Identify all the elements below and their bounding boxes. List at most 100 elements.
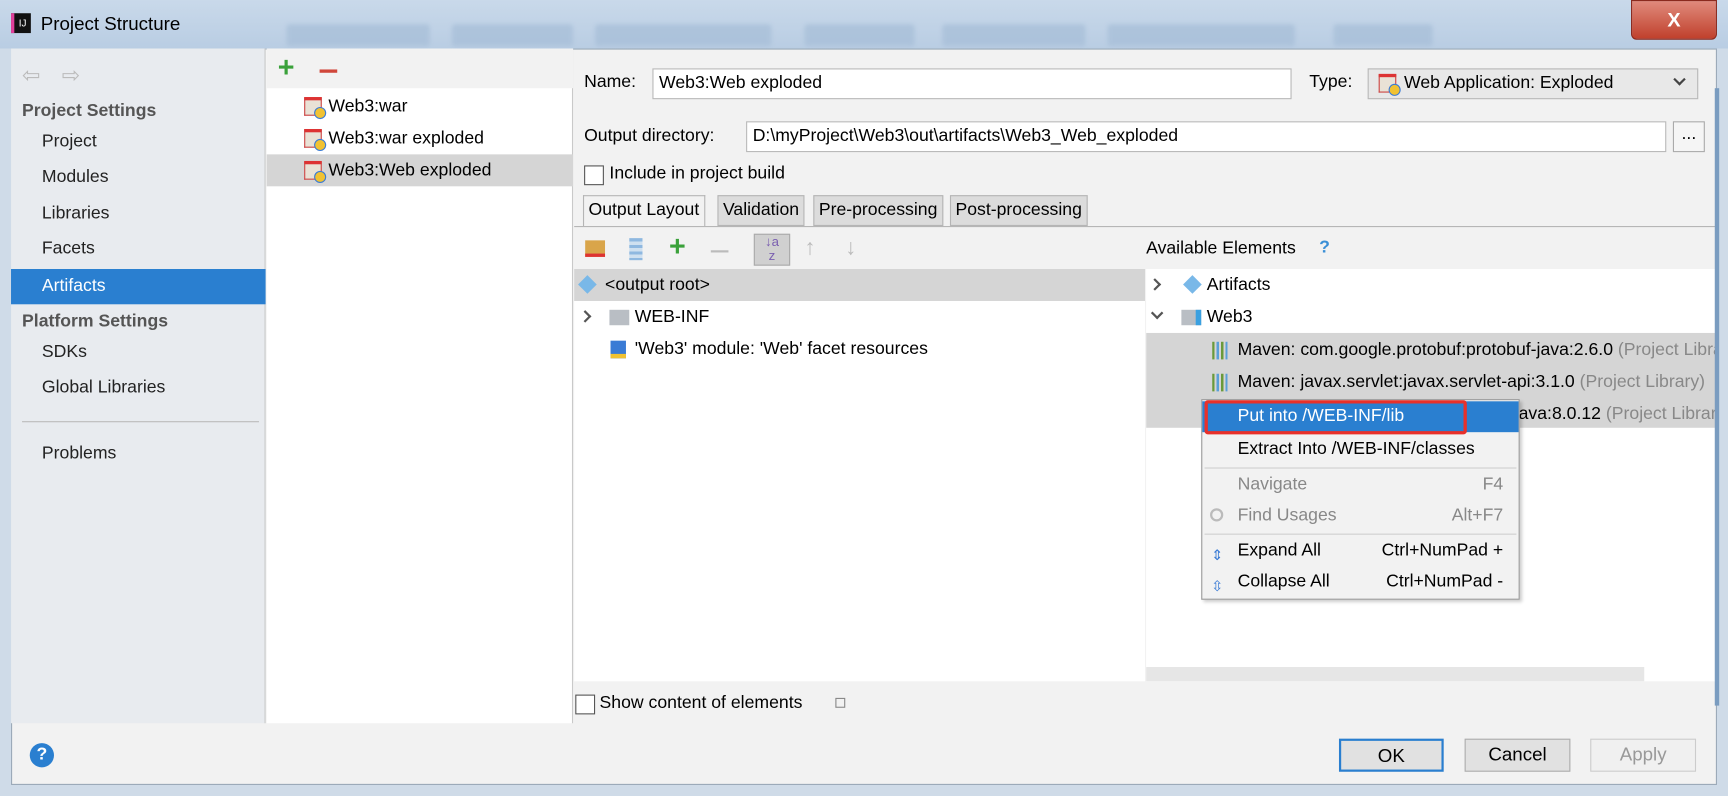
available-elements-title: Available Elements [1146,239,1296,258]
back-icon[interactable]: ⇦ [22,62,40,90]
divider [574,226,1717,228]
artifact-toolbar: + [266,48,574,89]
platform-settings-header: Platform Settings [22,312,169,331]
highlight-box [1204,400,1467,435]
output-root-icon [578,275,597,294]
tree-node-web3[interactable]: Web3 [1146,301,1717,333]
window-title: Project Structure [40,13,181,35]
menu-separator [1204,533,1517,535]
list-item[interactable]: Web3:war exploded [267,122,573,154]
sidebar-item-facets[interactable]: Facets [11,232,266,267]
move-down-icon: ↓ [845,235,857,261]
tree-node-library[interactable]: Maven: com.google.protobuf:protobuf-java… [1146,334,1717,366]
forward-icon[interactable]: ⇨ [62,62,80,90]
artifact-icon [304,128,327,152]
show-content-checkbox[interactable] [575,694,596,715]
artifact-icon [304,97,327,120]
name-label: Name: [584,72,637,92]
node-label: Web3 [1206,307,1253,327]
remove-icon [710,250,729,253]
tree-node-library[interactable]: Maven: javax.servlet:javax.servlet-api:3… [1146,366,1705,398]
project-settings-header: Project Settings [22,101,157,121]
menu-item-extract-into-classes[interactable]: Extract Into /WEB-INF/classes [1202,434,1518,465]
node-label: WEB-INF [634,307,710,327]
output-directory-input[interactable]: D:\myProject\Web3\out\artifacts\Web3_Web… [746,121,1667,153]
show-content-label: Show content of elements [599,693,803,713]
node-label: <output root> [605,275,710,295]
remove-icon[interactable] [319,69,338,73]
browse-button[interactable]: ... [1672,121,1705,153]
sidebar-item-libraries[interactable]: Libraries [11,196,266,231]
artifact-icon [304,160,327,184]
sidebar-item-modules[interactable]: Modules [11,160,266,195]
type-select[interactable]: Web Application: Exploded [1367,68,1699,100]
search-icon [1210,508,1224,522]
menu-label: Extract Into /WEB-INF/classes [1237,439,1475,459]
type-label: Type: [1309,72,1353,92]
module-folder-icon [1181,309,1202,326]
menu-label: Expand All [1237,541,1321,561]
type-value: Web Application: Exploded [1403,73,1614,93]
tree-node-web-inf[interactable]: WEB-INF [574,301,1145,333]
menu-item-expand-all[interactable]: ⇕ Expand All Ctrl+NumPad + [1202,536,1518,567]
add-copy-icon[interactable]: + [669,229,686,263]
tab-validation[interactable]: Validation [717,195,805,227]
sort-icon[interactable]: ↓a z [753,233,791,266]
sidebar-item-project[interactable]: Project [11,125,266,160]
settings-icon[interactable] [835,697,846,708]
library-icon [1212,373,1230,392]
apply-button: Apply [1590,738,1697,772]
horizontal-scrollbar[interactable] [1146,667,1645,682]
help-button[interactable]: ? [29,743,54,768]
include-in-build-label: Include in project build [609,164,785,184]
tree-node-artifacts[interactable]: Artifacts [1146,269,1717,301]
new-directory-icon[interactable] [585,240,606,257]
menu-shortcut: F4 [1482,475,1504,494]
list-item[interactable]: Web3:war [267,90,573,122]
menu-item-navigate: Navigate F4 [1202,470,1518,501]
library-name: Maven: com.google.protobuf:protobuf-java… [1237,340,1614,360]
sidebar-item-sdks[interactable]: SDKs [11,335,266,370]
library-suffix: (Project Library) [1617,340,1717,360]
output-directory-label: Output directory: [584,126,715,146]
archive-icon[interactable] [629,238,643,261]
menu-item-find-usages: Find Usages Alt+F7 [1202,501,1518,532]
menu-item-collapse-all[interactable]: ⇳ Collapse All Ctrl+NumPad - [1202,567,1518,598]
output-layout-tree: <output root> WEB-INF 'Web3' module: 'We… [574,269,1146,682]
library-name: Maven: javax.servlet:javax.servlet-api:3… [1237,372,1575,392]
vertical-scrollbar[interactable] [1714,88,1720,706]
menu-shortcut: Ctrl+NumPad - [1386,572,1504,591]
sidebar-item-problems[interactable]: Problems [11,437,266,472]
menu-shortcut: Alt+F7 [1451,506,1504,525]
library-name: ava:8.0.12 [1518,404,1601,424]
help-icon[interactable]: ? [1319,238,1330,258]
node-label: 'Web3' module: 'Web' facet resources [634,339,928,359]
artifact-label: Web3:war [328,97,408,116]
chevron-right-icon[interactable] [578,310,592,323]
menu-label: Find Usages [1237,506,1337,525]
artifact-list: Web3:war Web3:war exploded Web3:Web expl… [266,48,574,724]
library-suffix: (Project Library) [1605,404,1717,424]
web-app-icon [1378,73,1401,96]
tree-node-library[interactable]: ava:8.0.12 (Project Library) [1519,398,1717,430]
menu-shortcut: Ctrl+NumPad + [1381,541,1504,561]
chevron-down-icon[interactable] [1150,306,1164,320]
ok-button[interactable]: OK [1338,738,1444,772]
list-item[interactable]: Web3:Web exploded [266,154,574,187]
sidebar-item-global-libraries[interactable]: Global Libraries [11,370,266,405]
name-input[interactable]: Web3:Web exploded [652,68,1292,100]
tree-node-output-root[interactable]: <output root> [574,269,1146,301]
web-facet-icon [610,340,626,359]
close-button[interactable]: X [1631,0,1717,40]
sidebar-item-artifacts[interactable]: Artifacts [11,269,266,305]
chevron-right-icon[interactable] [1148,278,1162,291]
artifacts-icon [1183,275,1202,294]
tab-post-processing[interactable]: Post-processing [949,195,1088,227]
tree-node-facet-resources[interactable]: 'Web3' module: 'Web' facet resources [574,333,1145,365]
tab-pre-processing[interactable]: Pre-processing [813,195,943,227]
cancel-button[interactable]: Cancel [1464,738,1571,772]
folder-icon [609,309,630,326]
add-icon[interactable]: + [278,51,295,85]
include-in-build-checkbox[interactable] [584,165,604,186]
tab-output-layout[interactable]: Output Layout [582,195,705,227]
